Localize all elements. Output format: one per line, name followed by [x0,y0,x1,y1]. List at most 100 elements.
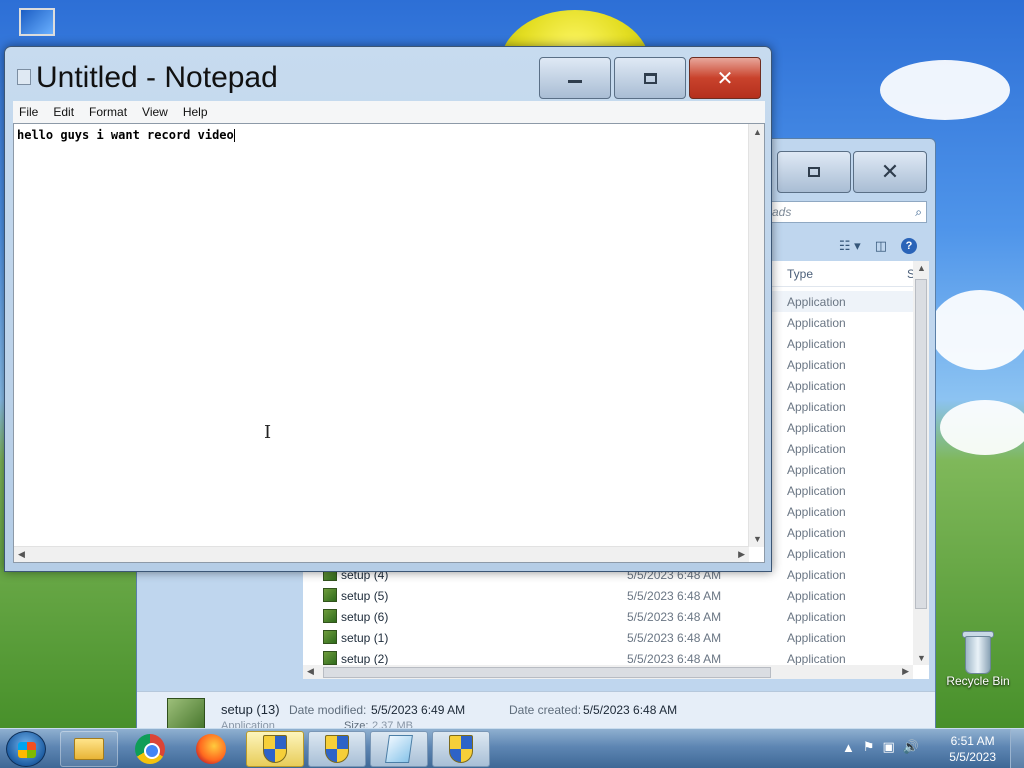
file-type: Application [787,484,846,498]
close-icon: ✕ [880,159,900,184]
file-type: Application [787,589,846,603]
editor-horizontal-scrollbar[interactable]: ◀ ▶ [14,546,749,562]
file-type: Application [787,526,846,540]
file-type: Application [787,652,846,666]
details-date-modified: 5/5/2023 6:49 AM [371,703,466,717]
close-button[interactable]: ✕ [689,57,761,99]
details-date-modified-label: Date modified: [289,703,367,717]
menu-help[interactable]: Help [183,105,208,119]
scroll-up-icon[interactable]: ▲ [753,127,762,137]
action-center-icon[interactable]: ⚑ [863,739,875,755]
file-type: Application [787,400,846,414]
notepad-caption-buttons: ✕ [539,57,761,99]
taskbar-setup-button[interactable] [308,731,366,767]
file-type: Application [787,295,846,309]
explorer-close-button[interactable]: ✕ [853,151,927,193]
explorer-toolbar: ☷ ▾ ◫ ? [777,233,927,259]
volume-icon[interactable]: 🔊 [903,739,919,755]
scroll-up-icon[interactable]: ▲ [917,263,926,273]
scroll-left-icon[interactable]: ◀ [18,549,25,560]
close-icon: ✕ [716,67,734,90]
menu-edit[interactable]: Edit [53,105,74,119]
chrome-icon [135,734,165,764]
application-icon [323,630,337,644]
clock[interactable]: 6:51 AM 5/5/2023 [949,733,996,765]
details-date-created: 5/5/2023 6:48 AM [583,703,678,717]
application-icon [167,698,205,732]
preview-pane-icon[interactable]: ◫ [875,238,887,254]
scroll-right-icon[interactable]: ▶ [738,549,745,560]
table-row[interactable]: setup (1) 5/5/2023 6:48 AM Application [303,627,913,648]
minimize-button[interactable] [539,57,611,99]
system-tray: ▲ ⚑ ▣ 🔊 [842,739,919,755]
file-type: Application [787,421,846,435]
maximize-icon [643,72,657,84]
ibeam-cursor-icon: I [264,422,272,443]
file-type: Application [787,358,846,372]
firefox-icon [196,734,226,764]
file-list-horizontal-scrollbar[interactable]: ◀ ▶ [303,665,913,679]
search-icon[interactable]: ⌕ [915,205,922,220]
change-view-icon[interactable]: ☷ ▾ [839,238,861,254]
menu-file[interactable]: File [19,105,38,119]
editor-text-line[interactable]: hello guys i want record video [17,128,235,142]
file-date-modified: 5/5/2023 6:48 AM [627,631,722,645]
menu-view[interactable]: View [142,105,168,119]
file-type: Application [787,316,846,330]
column-header-type[interactable]: Type [787,267,813,281]
scroll-down-icon[interactable]: ▼ [753,534,762,544]
taskbar-setup-button[interactable] [432,731,490,767]
editor-vertical-scrollbar[interactable]: ▲ ▼ [748,124,764,547]
file-type: Application [787,442,846,456]
table-row[interactable]: setup (6) 5/5/2023 6:48 AM Application [303,606,913,627]
scroll-down-icon[interactable]: ▼ [917,653,926,663]
shield-icon [263,735,287,763]
show-desktop-button[interactable] [1010,729,1024,768]
file-list-vertical-scrollbar[interactable]: ▲ ▼ [913,261,929,665]
file-type: Application [787,505,846,519]
explorer-maximize-button[interactable] [777,151,851,193]
network-icon[interactable]: ▣ [883,739,895,755]
details-date-created-label: Date created: [509,703,582,717]
file-name: setup (1) [341,631,389,645]
text-editor[interactable]: hello guys i want record video ▲ ▼ ◀ ▶ I [13,123,765,563]
folder-icon [74,738,104,760]
maximize-button[interactable] [614,57,686,99]
file-date-modified: 5/5/2023 6:48 AM [627,610,722,624]
help-icon[interactable]: ? [901,238,917,254]
start-button[interactable] [6,731,46,767]
file-type: Application [787,631,846,645]
taskbar-firefox-button[interactable] [182,731,240,767]
show-hidden-icons-icon[interactable]: ▲ [842,740,855,755]
explorer-search-box[interactable]: ads ⌕ [767,201,927,223]
wallpaper-cloud [940,400,1024,455]
table-row[interactable]: setup (5) 5/5/2023 6:48 AM Application [303,585,913,606]
taskbar-setup-button[interactable] [246,731,304,767]
editor-text: hello guys i want record video [17,128,234,142]
scroll-thumb[interactable] [323,667,771,678]
taskbar-notepad-button[interactable] [370,731,428,767]
computer-icon [19,8,55,36]
search-placeholder: ads [772,205,792,219]
menu-bar: File Edit Format View Help [13,101,765,123]
application-icon [323,588,337,602]
notepad-icon [17,69,31,85]
menu-format[interactable]: Format [89,105,127,119]
taskbar-chrome-button[interactable] [121,731,179,767]
scroll-left-icon[interactable]: ◀ [307,666,314,677]
scroll-right-icon[interactable]: ▶ [902,666,909,677]
file-type: Application [787,610,846,624]
computer-desktop-icon[interactable] [12,8,62,48]
taskbar: ▲ ⚑ ▣ 🔊 6:51 AM 5/5/2023 [0,728,1024,768]
maximize-icon [808,167,820,177]
recycle-bin-desktop-icon[interactable]: Recycle Bin [938,628,1018,688]
window-title: Untitled - Notepad [36,61,278,94]
explorer-caption-buttons: ✕ [777,151,927,193]
shield-icon [449,735,473,763]
taskbar-explorer-button[interactable] [60,731,118,767]
minimize-icon [568,79,582,83]
notepad-icon [385,735,413,763]
file-date-modified: 5/5/2023 6:48 AM [627,589,722,603]
scroll-thumb[interactable] [915,279,927,609]
notepad-window[interactable]: Untitled - Notepad ✕ File Edit Format Vi… [4,46,772,572]
